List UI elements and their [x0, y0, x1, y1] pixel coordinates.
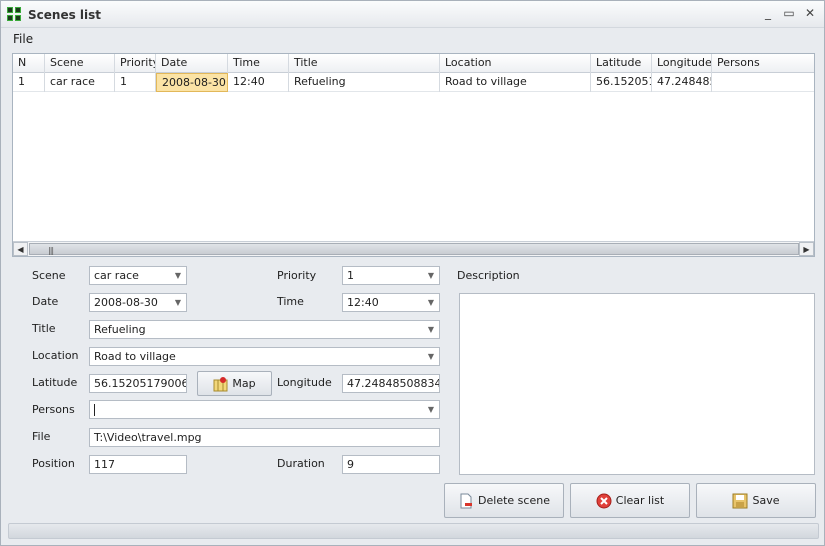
- horizontal-scrollbar[interactable]: ◀ ||| ▶: [13, 241, 814, 256]
- save-button[interactable]: Save: [696, 483, 816, 518]
- scene-value: car race: [94, 269, 139, 282]
- app-grid-icon: [7, 7, 21, 21]
- status-bar: [8, 523, 819, 539]
- scene-label: Scene: [32, 269, 66, 282]
- col-header-title[interactable]: Title: [289, 54, 440, 73]
- col-header-priority[interactable]: Priority: [115, 54, 156, 73]
- col-header-latitude[interactable]: Latitude: [591, 54, 652, 73]
- scenes-window: Scenes list _ ▭ ✕ File N Scene Priority …: [0, 0, 825, 546]
- map-button-label: Map: [232, 377, 256, 390]
- cell-scene[interactable]: car race: [45, 73, 115, 92]
- col-header-time[interactable]: Time: [228, 54, 289, 73]
- text-caret: [94, 404, 95, 416]
- close-button[interactable]: ✕: [803, 6, 817, 20]
- priority-label: Priority: [277, 269, 317, 282]
- chevron-down-icon[interactable]: ▼: [175, 267, 181, 284]
- cell-title[interactable]: Refueling: [289, 73, 440, 92]
- persons-combo[interactable]: ▼: [89, 400, 440, 419]
- priority-value: 1: [347, 269, 354, 282]
- title-combo[interactable]: Refueling ▼: [89, 320, 440, 339]
- position-label: Position: [32, 457, 75, 470]
- latitude-label: Latitude: [32, 376, 78, 389]
- chevron-down-icon[interactable]: ▼: [428, 401, 434, 418]
- title-value: Refueling: [94, 323, 146, 336]
- delete-scene-label: Delete scene: [478, 494, 550, 507]
- delete-doc-icon: [460, 493, 473, 509]
- file-label: File: [32, 430, 51, 443]
- scenes-grid[interactable]: N Scene Priority Date Time Title Locatio…: [12, 53, 815, 257]
- scene-combo[interactable]: car race ▼: [89, 266, 187, 285]
- col-header-date[interactable]: Date: [156, 54, 228, 73]
- col-header-location[interactable]: Location: [440, 54, 591, 73]
- location-value: Road to village: [94, 350, 176, 363]
- scroll-right-icon[interactable]: ▶: [799, 242, 814, 256]
- location-combo[interactable]: Road to village ▼: [89, 347, 440, 366]
- chevron-down-icon[interactable]: ▼: [175, 294, 181, 311]
- grid-header: N Scene Priority Date Time Title Locatio…: [13, 54, 814, 73]
- cell-time[interactable]: 12:40: [228, 73, 289, 92]
- floppy-disk-icon: [732, 493, 748, 509]
- position-input[interactable]: 117: [89, 455, 187, 474]
- col-header-n[interactable]: N: [13, 54, 45, 73]
- grip-icon: |||: [48, 246, 54, 255]
- map-button[interactable]: Map: [197, 371, 272, 396]
- title-label: Title: [32, 322, 56, 335]
- cell-location[interactable]: Road to village: [440, 73, 591, 92]
- priority-combo[interactable]: 1 ▼: [342, 266, 440, 285]
- time-label: Time: [277, 295, 304, 308]
- chevron-down-icon[interactable]: ▼: [428, 348, 434, 365]
- col-header-longitude[interactable]: Longitude: [652, 54, 712, 73]
- longitude-input[interactable]: 47.2484850883484: [342, 374, 440, 393]
- col-header-persons[interactable]: Persons: [712, 54, 814, 73]
- col-header-scene[interactable]: Scene: [45, 54, 115, 73]
- cell-latitude[interactable]: 56.1520517: [591, 73, 652, 92]
- clear-list-label: Clear list: [615, 494, 665, 507]
- title-bar: Scenes list _ ▭ ✕: [1, 1, 824, 28]
- cell-n[interactable]: 1: [13, 73, 45, 92]
- scrollbar-thumb[interactable]: |||: [29, 243, 799, 255]
- date-value: 2008-08-30: [94, 296, 158, 309]
- date-label: Date: [32, 295, 59, 308]
- map-pin-icon: [213, 377, 228, 392]
- clear-list-button[interactable]: Clear list: [570, 483, 690, 518]
- red-x-circle-icon: [596, 493, 612, 509]
- cell-persons[interactable]: [712, 73, 814, 92]
- delete-scene-button[interactable]: Delete scene: [444, 483, 564, 518]
- menu-file[interactable]: File: [13, 32, 33, 46]
- location-label: Location: [32, 349, 79, 362]
- description-label: Description: [457, 269, 520, 282]
- time-value: 12:40: [347, 296, 379, 309]
- latitude-input[interactable]: 56.1520517900654: [89, 374, 187, 393]
- persons-label: Persons: [32, 403, 75, 416]
- menu-bar: File: [1, 29, 824, 49]
- cell-longitude[interactable]: 47.2484850: [652, 73, 712, 92]
- cell-priority[interactable]: 1: [115, 73, 156, 92]
- duration-label: Duration: [277, 457, 325, 470]
- duration-input[interactable]: 9: [342, 455, 440, 474]
- save-label: Save: [752, 494, 780, 507]
- table-row[interactable]: 1 car race 1 2008-08-30 12:40 Refueling …: [13, 73, 814, 92]
- cell-date-selected[interactable]: 2008-08-30: [156, 73, 228, 92]
- scroll-left-icon[interactable]: ◀: [13, 242, 28, 256]
- chevron-down-icon[interactable]: ▼: [428, 321, 434, 338]
- longitude-label: Longitude: [277, 376, 332, 389]
- file-input[interactable]: T:\Video\travel.mpg: [89, 428, 440, 447]
- chevron-down-icon[interactable]: ▼: [428, 267, 434, 284]
- window-title: Scenes list: [28, 8, 102, 22]
- maximize-button[interactable]: ▭: [782, 6, 796, 20]
- minimize-button[interactable]: _: [761, 6, 775, 20]
- description-textarea[interactable]: [459, 293, 815, 475]
- date-picker[interactable]: 2008-08-30 ▼: [89, 293, 187, 312]
- chevron-down-icon[interactable]: ▼: [428, 294, 434, 311]
- time-combo[interactable]: 12:40 ▼: [342, 293, 440, 312]
